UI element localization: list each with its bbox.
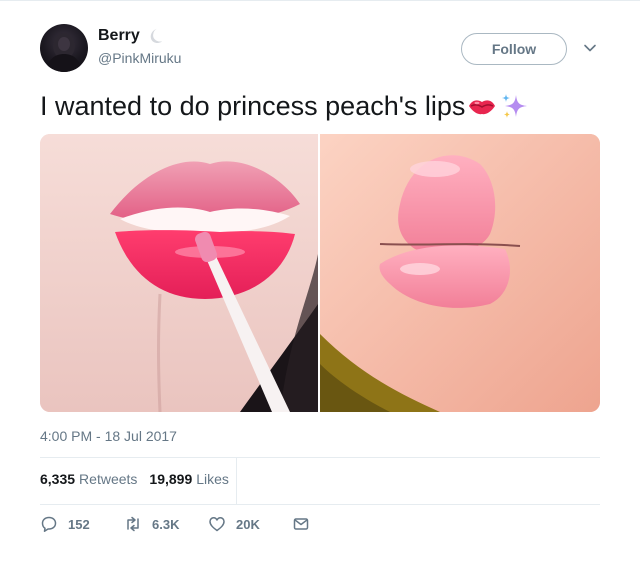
reply-icon [41,516,57,532]
retweet-count: 6.3K [152,516,180,532]
stats-separator [236,458,237,504]
divider [40,457,600,458]
display-name[interactable]: Berry [98,27,140,45]
retweet-button[interactable]: 6.3K [124,515,208,533]
likes-count[interactable]: 19,899 [149,471,192,487]
crescent-moon-icon [150,28,163,43]
chevron-down-icon[interactable] [582,40,598,56]
heart-icon [209,517,225,532]
reply-button[interactable]: 152 [40,515,124,533]
kiss-mark-icon [469,100,496,115]
tweet-actions: 152 6.3K 20K [40,515,310,533]
retweets-count[interactable]: 6,335 [40,471,75,487]
lips-photo-art [40,134,318,412]
direct-message-button[interactable] [292,515,310,533]
follow-button[interactable]: Follow [461,33,567,65]
peach-lips-art [320,134,600,412]
avatar-image [46,33,82,72]
lips-with-gloss-photo[interactable] [40,134,318,412]
sparkles-icon [502,94,528,118]
divider [40,504,600,505]
reply-count: 152 [68,516,90,532]
envelope-icon [293,518,309,530]
tweet-text: I wanted to do princess peach's lips [40,91,466,121]
like-count: 20K [236,516,260,532]
user-handle[interactable]: @PinkMiruku [98,50,181,66]
tweet-stats: 6,335 Retweets 19,899 Likes [40,471,241,487]
retweets-label[interactable]: Retweets [79,471,137,487]
media-gallery[interactable] [40,134,600,412]
tweet-text-row: I wanted to do princess peach's lips [40,88,529,124]
tweet-timestamp[interactable]: 4:00 PM - 18 Jul 2017 [40,428,177,444]
like-button[interactable]: 20K [208,515,292,533]
avatar[interactable] [40,24,88,72]
retweet-icon [127,516,139,532]
princess-peach-lips-render[interactable] [320,134,600,412]
top-divider [0,0,640,1]
likes-label[interactable]: Likes [196,471,229,487]
